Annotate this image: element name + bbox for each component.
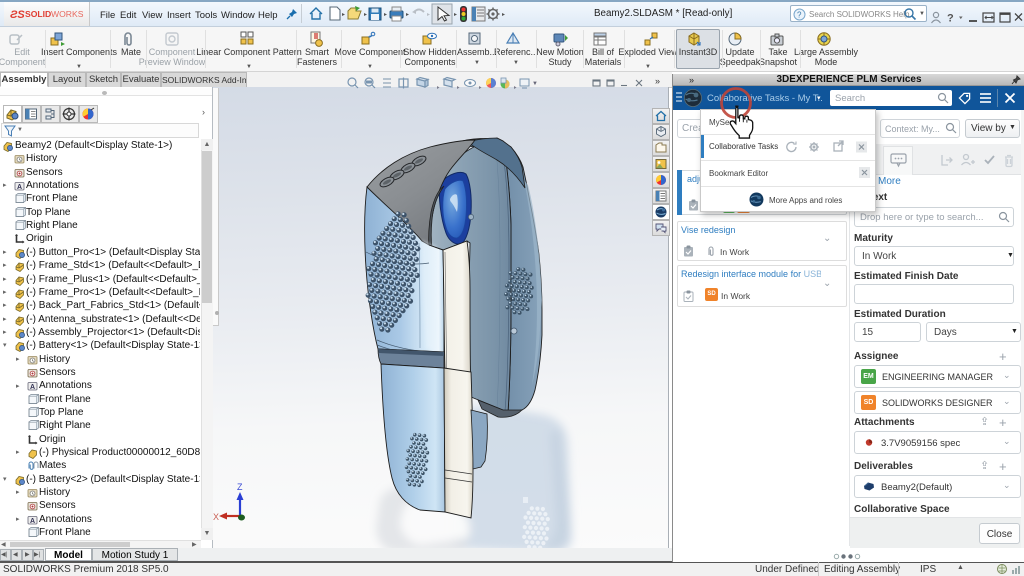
svg-text:WORKS: WORKS	[51, 9, 84, 19]
svg-text:A: A	[17, 184, 22, 191]
svg-text:SOLID: SOLID	[25, 9, 51, 19]
svg-text:ƧS: ƧS	[10, 9, 25, 21]
svg-text:?: ?	[947, 13, 954, 25]
svg-text:X: X	[213, 512, 219, 522]
svg-text:?: ?	[797, 10, 802, 19]
svg-text:A: A	[30, 384, 35, 391]
svg-text:A: A	[30, 518, 35, 525]
svg-text:Z: Z	[237, 482, 243, 492]
